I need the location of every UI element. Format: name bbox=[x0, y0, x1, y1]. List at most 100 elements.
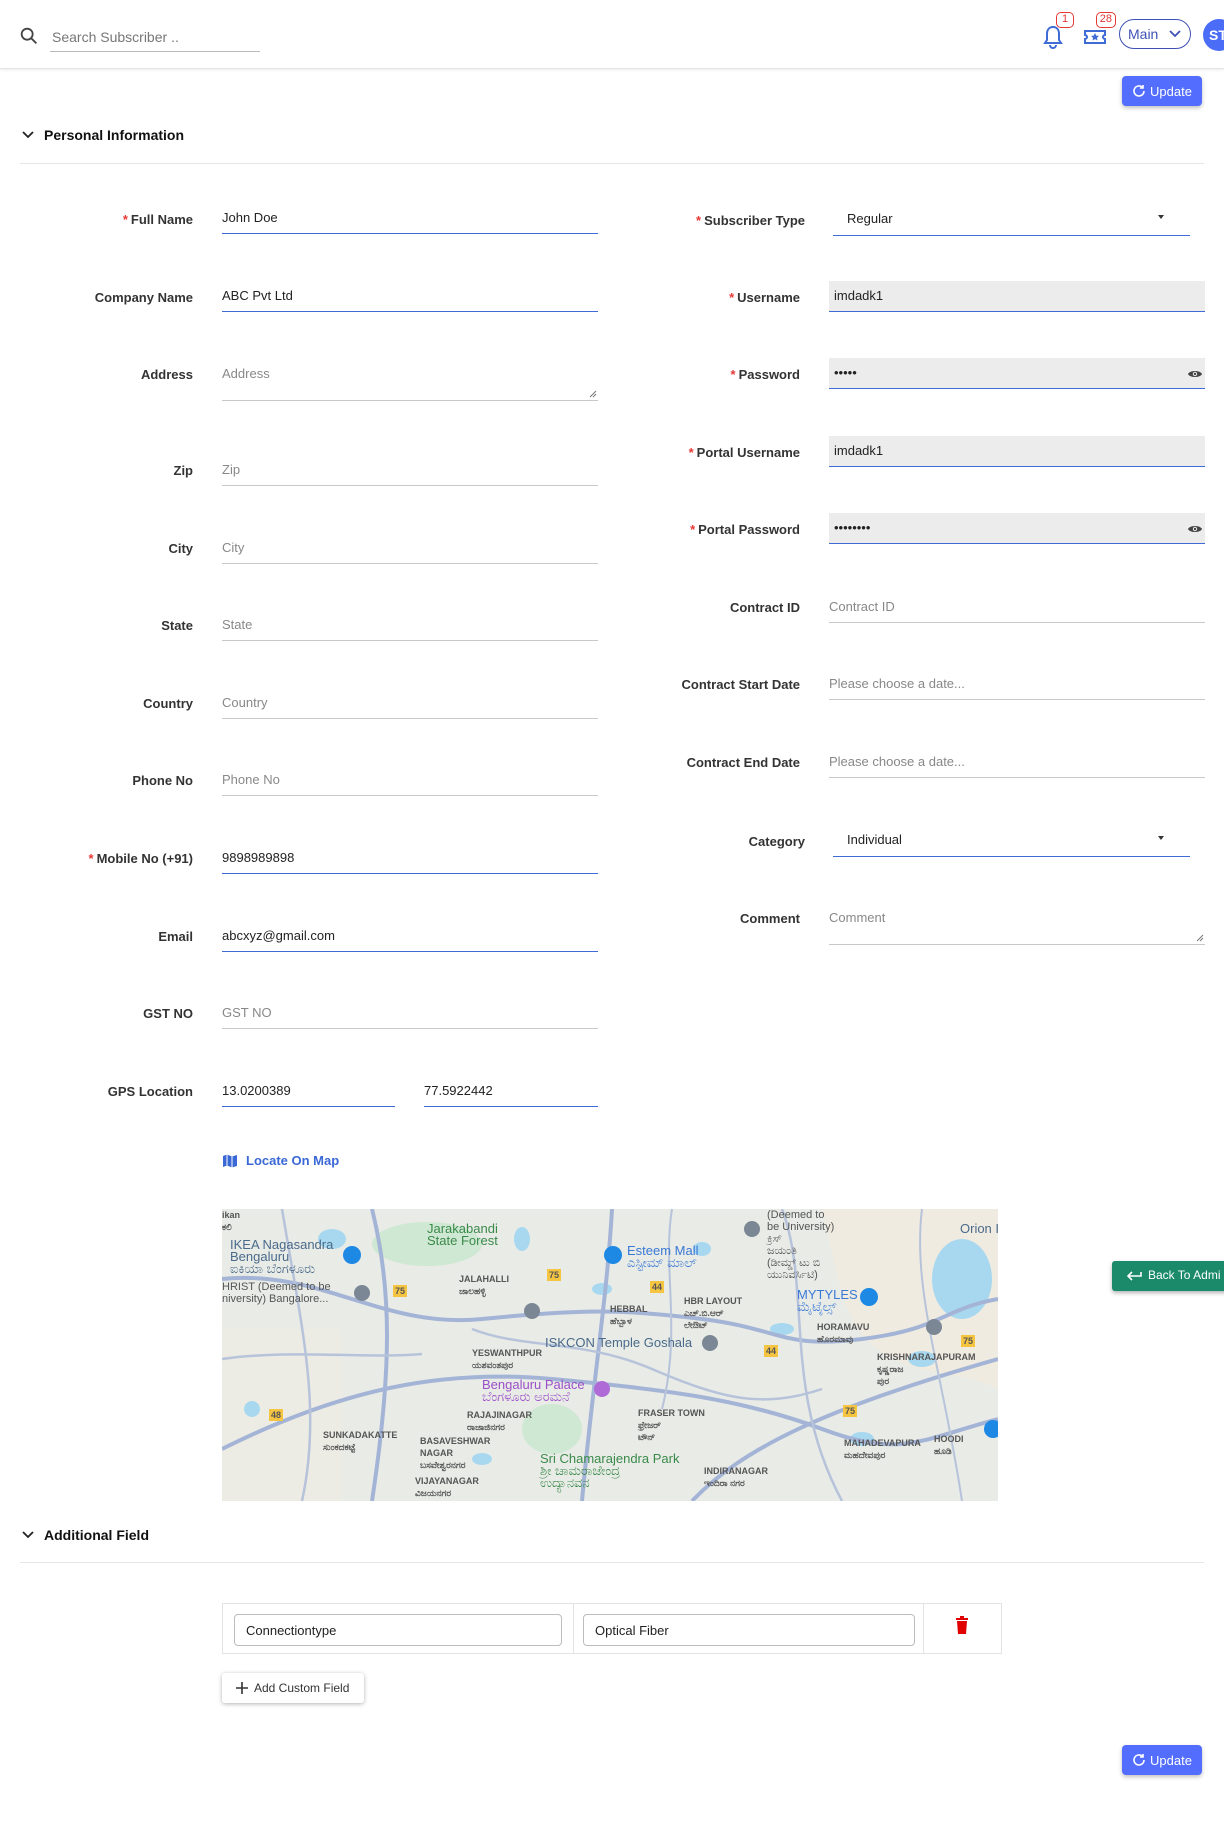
tickets-badge: 28 bbox=[1095, 12, 1116, 28]
map-label: HRIST (Deemed to be niversity) Bangalore.… bbox=[222, 1281, 331, 1305]
comment-label: Comment bbox=[740, 911, 800, 926]
map-label: HORAMAVU ಹೊರಮಾವು bbox=[817, 1322, 870, 1344]
city-field[interactable]: City bbox=[222, 533, 598, 564]
map-label: YESWANTHPUR ಯಶವಂತಪುರ bbox=[472, 1348, 543, 1370]
password-value: ••••• bbox=[834, 365, 857, 380]
map-label: HOODI ಹೂಡಿ bbox=[934, 1434, 964, 1456]
portal-password-field[interactable]: •••••••• bbox=[829, 513, 1205, 544]
subscriber-type-label: * Subscriber Type bbox=[696, 213, 805, 228]
email-field[interactable]: abcxyz@gmail.com bbox=[222, 921, 598, 952]
country-field[interactable]: Country bbox=[222, 688, 598, 719]
update-button-top[interactable]: Update bbox=[1122, 76, 1202, 106]
map-label: FRASER TOWN ಫ್ರೇಜರ್ ಟೌನ್ bbox=[638, 1408, 705, 1442]
map-view[interactable]: ikan ಕಲಿ IKEA Nagasandra Bengaluru ಐಕಿಯಾ ಬೆ… bbox=[222, 1209, 998, 1501]
state-label: State bbox=[161, 618, 193, 633]
update-button-label: Update bbox=[1150, 1752, 1192, 1768]
subscriber-type-value: Regular bbox=[847, 211, 893, 226]
additional-field-header[interactable]: Additional Field bbox=[20, 1527, 149, 1543]
chevron-down-icon bbox=[22, 1531, 34, 1539]
map-icon bbox=[223, 1154, 237, 1168]
map-label: IKEA Nagasandra Bengaluru ಐಕಿಯಾ ಬೆಂಗಳೂರು bbox=[230, 1237, 334, 1276]
eye-icon[interactable] bbox=[1187, 368, 1203, 380]
road-shield: 75 bbox=[547, 1269, 562, 1281]
category-value: Individual bbox=[847, 832, 902, 847]
latitude-field[interactable]: 13.0200389 bbox=[222, 1076, 395, 1107]
road-shield: 44 bbox=[764, 1345, 779, 1357]
map-label: JALAHALLI ಜಾಲಹಳ್ಳಿ bbox=[459, 1274, 509, 1296]
add-custom-field-label: Add Custom Field bbox=[254, 1681, 350, 1695]
chevron-down-icon bbox=[1169, 30, 1181, 38]
divider bbox=[20, 163, 1204, 164]
contract-id-label: Contract ID bbox=[729, 600, 800, 615]
portal-password-label: * Portal Password bbox=[690, 522, 800, 537]
portal-username-field[interactable]: imdadk1 bbox=[829, 436, 1205, 467]
top-bar: 1 28 Main ST bbox=[0, 0, 1224, 69]
back-to-admin-label: Back To Admi bbox=[1148, 1268, 1221, 1282]
state-field[interactable]: State bbox=[222, 610, 598, 641]
map-label: Bengaluru Palace ಬೆಂಗಳೂರು ಅರಮನೆ bbox=[482, 1377, 585, 1404]
section-title: Additional Field bbox=[44, 1527, 149, 1543]
resize-handle-icon[interactable] bbox=[589, 390, 597, 398]
avatar[interactable]: ST bbox=[1203, 19, 1224, 51]
address-field[interactable]: Address bbox=[222, 359, 598, 401]
email-label: Email bbox=[158, 929, 193, 944]
map-label: Orion I bbox=[960, 1221, 998, 1236]
zip-label: Zip bbox=[173, 463, 194, 478]
map-label: KRISHNARAJAPURAM ಕೃಷ್ಣರಾಜ ಪುರ bbox=[877, 1352, 976, 1386]
update-button-bottom[interactable]: Update bbox=[1122, 1745, 1202, 1775]
gst-field[interactable]: GST NO bbox=[222, 998, 598, 1029]
dropdown-arrow-icon bbox=[1158, 836, 1164, 840]
zip-field[interactable]: Zip bbox=[222, 455, 598, 486]
portal-password-value: •••••••• bbox=[834, 520, 871, 535]
contract-start-label: Contract Start Date bbox=[681, 677, 800, 692]
back-arrow-icon bbox=[1126, 1271, 1142, 1281]
category-select[interactable]: Individual bbox=[833, 821, 1190, 857]
resize-handle-icon[interactable] bbox=[1196, 934, 1204, 942]
road-shield: 75 bbox=[961, 1335, 976, 1347]
custom-field-value-input[interactable]: Optical Fiber bbox=[583, 1614, 915, 1646]
longitude-field[interactable]: 77.5922442 bbox=[424, 1076, 598, 1107]
full-name-label: * Full Name bbox=[122, 212, 193, 227]
add-custom-field-button[interactable]: Add Custom Field bbox=[222, 1673, 364, 1703]
search-icon[interactable] bbox=[18, 25, 40, 47]
company-name-field[interactable]: ABC Pvt Ltd bbox=[222, 281, 598, 312]
city-label: City bbox=[168, 541, 193, 556]
eye-icon[interactable] bbox=[1187, 523, 1203, 535]
password-field[interactable]: ••••• bbox=[829, 358, 1205, 389]
tickets-button[interactable]: 28 bbox=[1080, 12, 1116, 52]
plus-icon bbox=[236, 1682, 248, 1694]
contract-id-field[interactable]: Contract ID bbox=[829, 592, 1205, 623]
road-shield: 48 bbox=[269, 1409, 284, 1421]
contract-end-date-field[interactable]: Please choose a date... bbox=[829, 747, 1205, 778]
branch-select[interactable]: Main bbox=[1119, 19, 1191, 49]
phone-field[interactable]: Phone No bbox=[222, 765, 598, 796]
contract-start-date-field[interactable]: Please choose a date... bbox=[829, 669, 1205, 700]
map-label: INDIRANAGAR ಇಂದಿರಾ ನಗರ bbox=[704, 1466, 768, 1488]
divider bbox=[573, 1604, 574, 1653]
notifications-button[interactable]: 1 bbox=[1038, 12, 1074, 52]
phone-label: Phone No bbox=[132, 773, 193, 788]
map-label: Jarakabandi State Forest bbox=[427, 1221, 498, 1248]
update-button-label: Update bbox=[1150, 83, 1192, 99]
contract-end-label: Contract End Date bbox=[686, 755, 800, 770]
full-name-field[interactable]: John Doe bbox=[222, 203, 598, 234]
map-label: ISKCON Temple Goshala bbox=[545, 1335, 693, 1350]
section-title: Personal Information bbox=[44, 127, 185, 143]
delete-icon[interactable] bbox=[955, 1616, 969, 1634]
locate-on-map-link[interactable]: Locate On Map bbox=[222, 1153, 339, 1168]
gst-label: GST NO bbox=[143, 1006, 193, 1021]
custom-field-key-input[interactable]: Connectiontype bbox=[234, 1614, 562, 1646]
back-to-admin-button[interactable]: Back To Admi bbox=[1112, 1261, 1224, 1291]
map-label: (Deemed to be University) ಕ್ರಿಸ್ ಜಯಂತಿ (ಡೀಮ್… bbox=[767, 1209, 835, 1281]
mobile-label: * Mobile No (+91) bbox=[88, 851, 194, 866]
portal-username-label: * Portal Username bbox=[688, 445, 800, 460]
search-input[interactable] bbox=[50, 22, 260, 52]
subscriber-type-select[interactable]: Regular bbox=[833, 200, 1190, 236]
locate-on-map-label: Locate On Map bbox=[246, 1153, 340, 1168]
branch-select-value: Main bbox=[1128, 26, 1159, 42]
mobile-field[interactable]: 9898989898 bbox=[222, 843, 598, 874]
notifications-badge: 1 bbox=[1056, 12, 1074, 28]
personal-info-header[interactable]: Personal Information bbox=[20, 127, 184, 143]
comment-field[interactable]: Comment bbox=[829, 903, 1205, 945]
gps-label: GPS Location bbox=[107, 1084, 193, 1099]
